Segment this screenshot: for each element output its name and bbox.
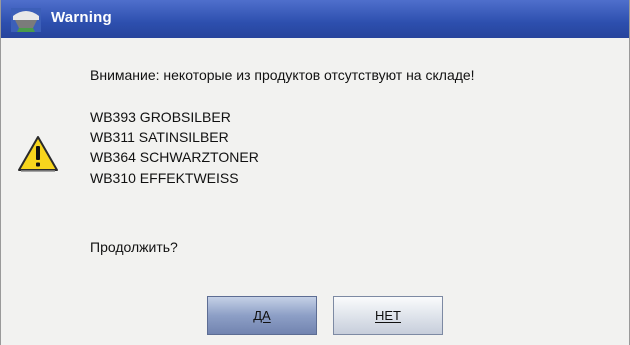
title-bar[interactable]: Warning xyxy=(1,0,629,38)
app-icon xyxy=(11,8,41,32)
yes-button[interactable]: ДА xyxy=(207,296,317,335)
dialog-content: Внимание: некоторые из продуктов отсутст… xyxy=(1,38,629,345)
product-item: WB311 SATINSILBER xyxy=(90,129,229,145)
product-item: WB310 EFFEKTWEISS xyxy=(90,170,239,186)
yes-button-label: ДА xyxy=(253,308,271,323)
window-title: Warning xyxy=(51,9,112,26)
product-item: WB393 GROBSILBER xyxy=(90,109,231,125)
continue-question: Продолжить? xyxy=(90,239,178,255)
no-button-label: НЕТ xyxy=(375,308,401,323)
no-button[interactable]: НЕТ xyxy=(333,296,443,335)
warning-icon xyxy=(18,136,58,172)
warning-headline: Внимание: некоторые из продуктов отсутст… xyxy=(90,67,475,83)
warning-dialog: Warning Внимание: некоторые из продуктов… xyxy=(0,0,630,345)
product-item: WB364 SCHWARZTONER xyxy=(90,149,259,165)
